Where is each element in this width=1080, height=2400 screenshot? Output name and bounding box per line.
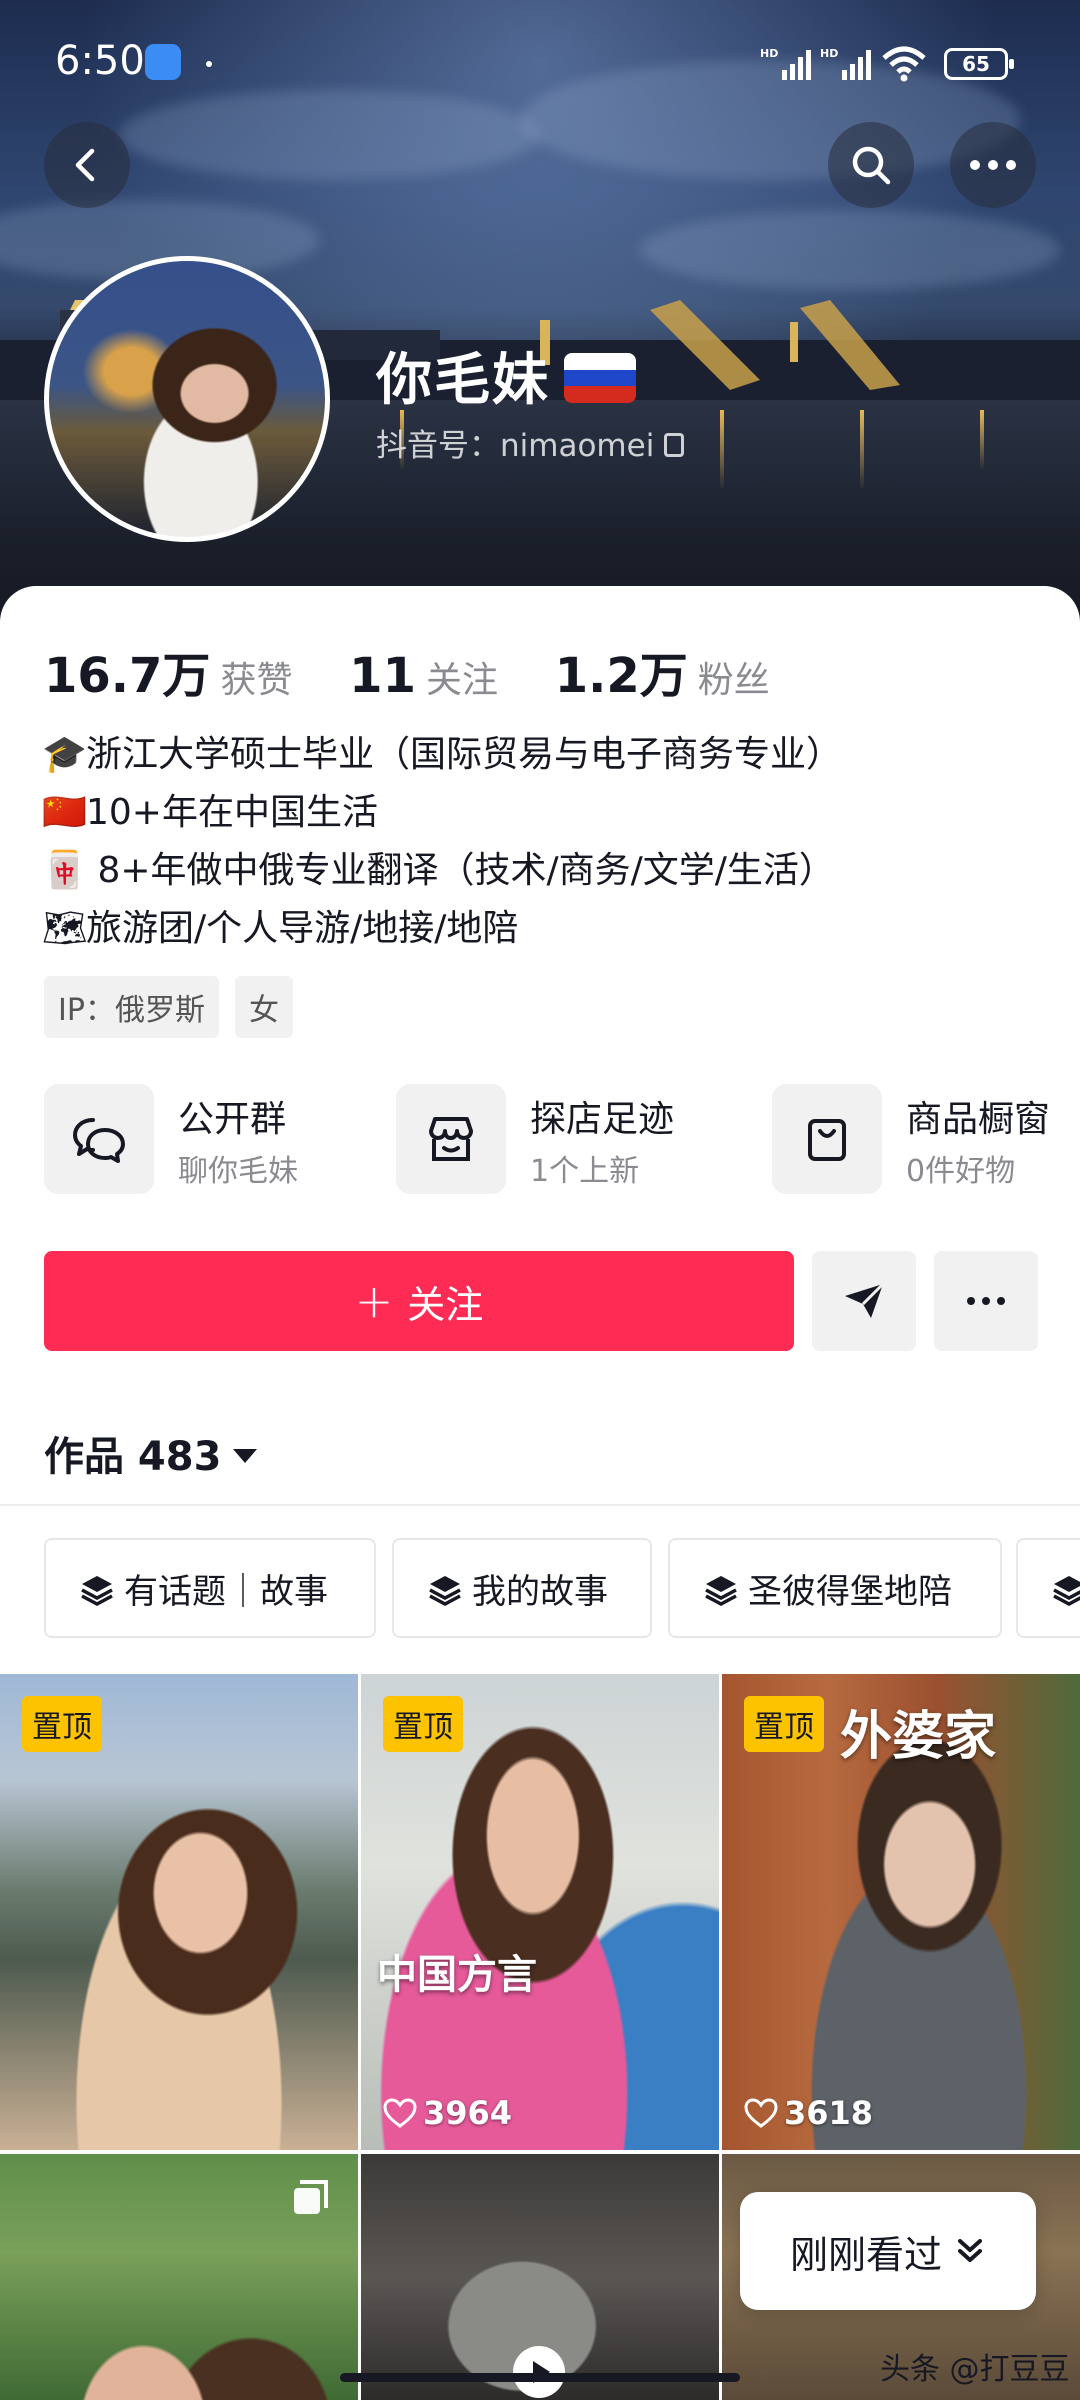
- shop-icon: [396, 1084, 506, 1194]
- world-map-icon: 🗺: [42, 908, 88, 949]
- shortcut-store-visits[interactable]: 探店足迹 1个上新: [396, 1084, 736, 1196]
- layers-icon: [429, 1576, 461, 1606]
- video-tile[interactable]: [0, 2154, 358, 2400]
- avatar[interactable]: [44, 256, 330, 542]
- multi-image-icon: [294, 2180, 328, 2214]
- status-time: 6:50: [55, 38, 145, 84]
- shortcut-product-showcase[interactable]: 商品橱窗 0件好物: [772, 1084, 1080, 1196]
- douyin-id-text: 抖音号：nimaomei: [376, 428, 655, 464]
- stat-following[interactable]: 11 关注: [349, 648, 498, 704]
- stat-followers[interactable]: 1.2万 粉丝: [555, 636, 770, 706]
- works-label: 作品 483: [44, 1434, 222, 1480]
- likes-count: 3618: [744, 2094, 873, 2132]
- profile-tags: IP：俄罗斯 女: [44, 976, 293, 1038]
- send-message-button[interactable]: [812, 1251, 916, 1351]
- more-dots-icon: [970, 160, 1016, 170]
- shortcut-subtitle: 聊你毛妹: [178, 1154, 298, 1189]
- video-tile[interactable]: 置顶 外婆家 3618: [722, 1674, 1080, 2150]
- notification-app-icon: [145, 44, 181, 80]
- more-dots-icon: [967, 1297, 1005, 1305]
- follow-button[interactable]: + 关注: [44, 1251, 794, 1351]
- stat-likes[interactable]: 16.7万 获赞: [44, 636, 292, 706]
- collection-chip[interactable]: 我的故事: [392, 1538, 652, 1638]
- search-button[interactable]: [828, 122, 914, 208]
- follow-label: 关注: [407, 1282, 484, 1327]
- douyin-id[interactable]: 抖音号：nimaomei: [376, 420, 685, 465]
- works-tab[interactable]: 作品 483: [44, 1424, 258, 1482]
- svg-text:HD: HD: [760, 47, 778, 60]
- recently-viewed-label: 刚刚看过: [789, 2232, 942, 2277]
- plus-icon: +: [354, 1274, 394, 1328]
- status-bar: 6:50 HD HD 65: [0, 28, 1080, 98]
- home-indicator[interactable]: [340, 2373, 740, 2382]
- caret-down-icon: [233, 1449, 258, 1463]
- stats-row: 16.7万 获赞 11 关注 1.2万 粉丝: [44, 636, 810, 706]
- video-tile[interactable]: 置顶 中国方言 3964: [361, 1674, 719, 2150]
- video-tile[interactable]: 置顶: [0, 1674, 358, 2150]
- shortcut-row: 公开群 聊你毛妹 探店足迹 1个上新 商品橱窗 0件好物: [44, 1084, 1080, 1196]
- layers-icon: [1053, 1576, 1080, 1606]
- shortcut-title: 探店足迹: [530, 1099, 675, 1140]
- collection-label: 我的故事: [472, 1571, 608, 1612]
- collection-label: 圣彼得堡地陪: [748, 1571, 952, 1612]
- collection-chip[interactable]: 圣彼得堡地陪: [668, 1538, 1002, 1638]
- shortcut-title: 商品橱窗: [906, 1099, 1051, 1140]
- signal-icon-2: HD: [820, 47, 871, 80]
- layers-icon: [705, 1576, 737, 1606]
- paper-plane-icon: [845, 1282, 885, 1318]
- chat-bubbles-icon: [44, 1084, 154, 1194]
- collection-chip[interactable]: 有话题｜故事: [44, 1538, 376, 1638]
- divider: [0, 1504, 1080, 1506]
- bio: 🎓浙江大学硕士毕业（国际贸易与电子商务专业） 🇨🇳10+年在中国生活 🀄 8+年…: [42, 726, 842, 958]
- wifi-icon: [882, 46, 926, 82]
- bio-line: 🎓浙江大学硕士毕业（国际贸易与电子商务专业）: [42, 726, 842, 784]
- video-tile[interactable]: [361, 2154, 719, 2400]
- nickname-text: 你毛妹: [376, 348, 550, 413]
- shortcut-public-group[interactable]: 公开群 聊你毛妹: [44, 1084, 374, 1196]
- back-arrow-icon: [75, 148, 95, 182]
- more-actions-button[interactable]: [934, 1251, 1038, 1351]
- more-button[interactable]: [950, 122, 1036, 208]
- collection-chips: 有话题｜故事 我的故事 圣彼得堡地陪: [44, 1538, 1080, 1638]
- pinned-badge: 置顶: [383, 1696, 463, 1752]
- layers-icon: [81, 1576, 113, 1606]
- watermark: 头条 @打豆豆: [880, 2352, 1070, 2387]
- svg-text:HD: HD: [820, 47, 838, 60]
- bio-line: 🇨🇳10+年在中国生活: [42, 784, 842, 842]
- battery-icon: 65: [944, 48, 1014, 80]
- shopping-bag-icon: [772, 1084, 882, 1194]
- russia-flag-icon: [564, 352, 636, 403]
- pinned-badge: 置顶: [744, 1696, 824, 1752]
- shortcut-subtitle: 1个上新: [530, 1154, 640, 1189]
- video-title-overlay: 中国方言: [377, 1951, 537, 1998]
- gender-tag: 女: [234, 976, 293, 1038]
- heart-icon: [744, 2098, 778, 2128]
- notification-dot-icon: [206, 61, 212, 67]
- heart-icon: [383, 2098, 417, 2128]
- collection-label: 有话题｜故事: [124, 1571, 328, 1612]
- double-chevron-down-icon: [958, 2239, 982, 2262]
- graduation-cap-icon: 🎓: [42, 734, 87, 775]
- signal-icon: HD: [760, 47, 811, 80]
- mahjong-tile-icon: 🀄: [42, 850, 87, 891]
- bio-line: 🗺旅游团/个人导游/地接/地陪: [42, 900, 842, 958]
- video-title-overlay: 外婆家: [840, 1706, 997, 1767]
- profile-name: 你毛妹: [376, 335, 636, 416]
- collection-chip-partial[interactable]: [1016, 1538, 1080, 1638]
- bio-line: 🀄 8+年做中俄专业翻译（技术/商务/文学/生活）: [42, 842, 842, 900]
- shortcut-subtitle: 0件好物: [906, 1154, 1016, 1189]
- play-icon: [513, 2346, 565, 2398]
- pinned-badge: 置顶: [22, 1696, 102, 1752]
- china-flag-icon: 🇨🇳: [42, 792, 87, 833]
- shortcut-title: 公开群: [178, 1099, 287, 1140]
- search-icon: [852, 146, 891, 185]
- recently-viewed-button[interactable]: 刚刚看过: [740, 2192, 1036, 2310]
- likes-count: 3964: [383, 2094, 512, 2132]
- ip-location-tag: IP：俄罗斯: [44, 976, 219, 1038]
- copy-icon[interactable]: [664, 432, 685, 457]
- back-button[interactable]: [44, 122, 130, 208]
